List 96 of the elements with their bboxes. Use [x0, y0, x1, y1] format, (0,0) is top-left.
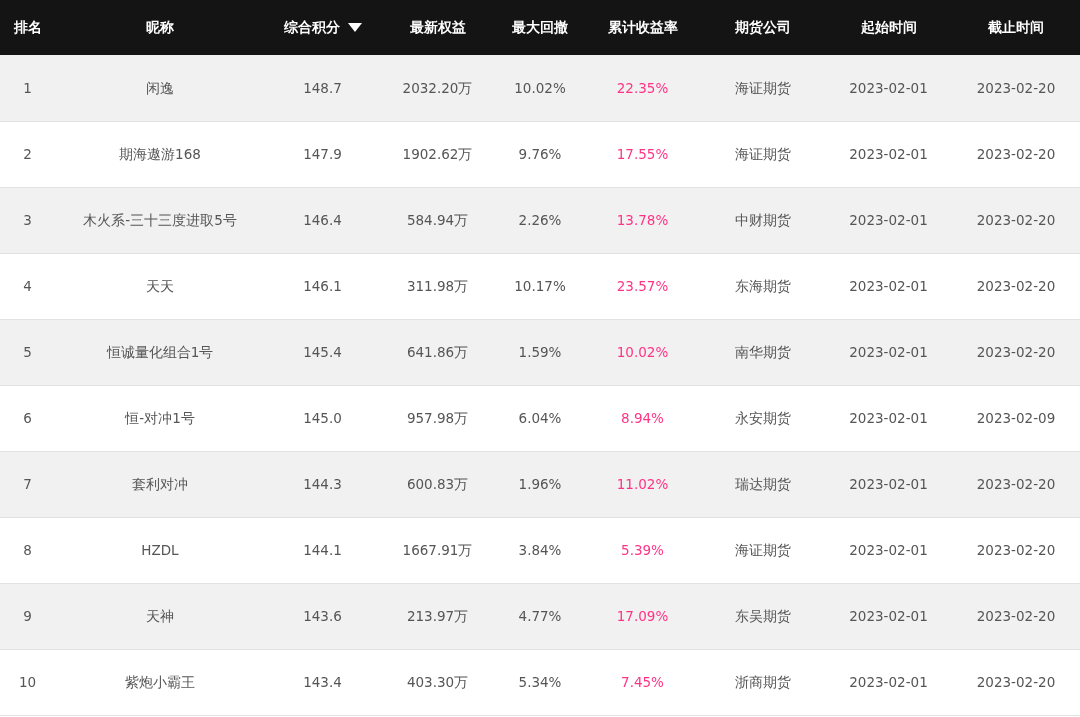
column-header[interactable]: 最新权益	[409, 17, 466, 38]
end-date-cell: 2023-02-20	[976, 673, 1056, 690]
equity-cell: 311.98万	[406, 277, 469, 294]
end-date-cell: 2023-02-20	[976, 145, 1056, 162]
return-cell: 10.02%	[616, 343, 669, 360]
return-cell: 23.57%	[616, 277, 669, 294]
equity-cell: 600.83万	[406, 475, 469, 492]
company-cell: 海证期货	[734, 541, 791, 558]
start-date-cell: 2023-02-01	[849, 541, 928, 558]
company-cell: 南华期货	[734, 343, 791, 360]
equity-cell: 957.98万	[406, 409, 469, 426]
company-cell: 永安期货	[734, 409, 791, 426]
return-cell: 17.55%	[616, 145, 669, 162]
return-cell: 5.39%	[621, 541, 664, 558]
nickname-cell: HZDL	[141, 541, 179, 558]
drawdown-cell: 10.02%	[514, 79, 566, 96]
column-header[interactable]: 起始时间	[860, 17, 917, 38]
drawdown-cell: 6.04%	[518, 409, 562, 426]
start-date-cell: 2023-02-01	[849, 277, 928, 294]
start-date-cell: 2023-02-01	[849, 409, 928, 426]
start-date-cell: 2023-02-01	[849, 145, 928, 162]
end-date-cell: 2023-02-20	[976, 79, 1056, 96]
end-date-cell: 2023-02-09	[976, 409, 1056, 426]
score-cell: 147.9	[303, 145, 342, 162]
rank-cell: 6	[23, 409, 32, 426]
start-date-cell: 2023-02-01	[849, 607, 928, 624]
nickname-cell: 木火系-三十三度进取5号	[83, 211, 237, 228]
nickname-cell: 天天	[146, 277, 174, 294]
equity-cell: 1667.91万	[402, 541, 473, 558]
score-cell: 148.7	[303, 79, 342, 96]
column-header[interactable]: 昵称	[146, 17, 174, 38]
column-header[interactable]: 截止时间	[988, 17, 1044, 38]
rank-cell: 4	[23, 277, 32, 294]
nickname-cell: 套利对冲	[132, 475, 188, 492]
end-date-cell: 2023-02-20	[976, 541, 1056, 558]
return-cell: 22.35%	[616, 79, 669, 96]
company-cell: 中财期货	[734, 211, 791, 228]
rank-cell: 10	[18, 673, 37, 690]
nickname-cell: 恒诚量化组合1号	[106, 343, 214, 360]
drawdown-cell: 3.84%	[518, 541, 562, 558]
return-cell: 11.02%	[616, 475, 669, 492]
equity-cell: 2032.20万	[402, 79, 473, 96]
rank-cell: 3	[23, 211, 32, 228]
drawdown-cell: 4.77%	[518, 607, 562, 624]
start-date-cell: 2023-02-01	[849, 343, 928, 360]
nickname-cell: 恒-对冲1号	[125, 409, 195, 426]
company-cell: 海证期货	[734, 79, 791, 96]
score-cell: 146.4	[303, 211, 342, 228]
return-cell: 17.09%	[616, 607, 669, 624]
score-cell: 146.1	[303, 277, 342, 294]
drawdown-cell: 1.96%	[518, 475, 562, 492]
score-cell: 144.1	[303, 541, 342, 558]
return-cell: 7.45%	[621, 673, 664, 690]
nickname-cell: 紫炮小霸王	[125, 673, 195, 690]
drawdown-cell: 2.26%	[518, 211, 562, 228]
rank-cell: 2	[23, 145, 32, 162]
end-date-cell: 2023-02-20	[976, 211, 1056, 228]
drawdown-cell: 10.17%	[514, 277, 566, 294]
score-cell: 145.4	[303, 343, 342, 360]
company-cell: 东吴期货	[734, 607, 791, 624]
equity-cell: 584.94万	[406, 211, 469, 228]
drawdown-cell: 9.76%	[518, 145, 562, 162]
end-date-cell: 2023-02-20	[976, 607, 1056, 624]
rank-cell: 8	[23, 541, 32, 558]
score-cell: 143.4	[303, 673, 342, 690]
rank-cell: 5	[23, 343, 32, 360]
rank-cell: 9	[23, 607, 32, 624]
start-date-cell: 2023-02-01	[849, 79, 928, 96]
equity-cell: 403.30万	[406, 673, 469, 690]
return-cell: 13.78%	[616, 211, 669, 228]
drawdown-cell: 5.34%	[518, 673, 562, 690]
score-cell: 143.6	[303, 607, 342, 624]
start-date-cell: 2023-02-01	[849, 211, 928, 228]
nickname-cell: 天神	[146, 607, 174, 624]
equity-cell: 1902.62万	[402, 145, 473, 162]
nickname-cell: 闲逸	[146, 79, 174, 96]
company-cell: 东海期货	[734, 277, 791, 294]
start-date-cell: 2023-02-01	[849, 475, 928, 492]
start-date-cell: 2023-02-01	[849, 673, 928, 690]
end-date-cell: 2023-02-20	[976, 277, 1056, 294]
score-cell: 145.0	[303, 409, 342, 426]
drawdown-cell: 1.59%	[518, 343, 562, 360]
return-cell: 8.94%	[621, 409, 664, 426]
score-cell: 144.3	[303, 475, 342, 492]
equity-cell: 641.86万	[406, 343, 469, 360]
company-cell: 瑞达期货	[734, 475, 791, 492]
rank-cell: 1	[23, 79, 32, 96]
nickname-cell: 期海遨游168	[119, 145, 201, 162]
equity-cell: 213.97万	[406, 607, 469, 624]
company-cell: 浙商期货	[734, 673, 791, 690]
end-date-cell: 2023-02-20	[976, 343, 1056, 360]
company-cell: 海证期货	[734, 145, 791, 162]
end-date-cell: 2023-02-20	[976, 475, 1056, 492]
column-header[interactable]: 期货公司	[734, 17, 791, 38]
rank-cell: 7	[23, 475, 32, 492]
sort-descending-icon[interactable]	[347, 23, 362, 32]
